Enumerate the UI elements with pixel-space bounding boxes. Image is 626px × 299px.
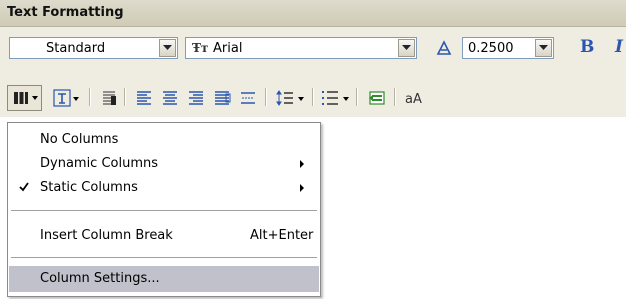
- truetype-icon: Ŧт: [192, 41, 209, 55]
- menu-item-label: Insert Column Break: [40, 228, 173, 243]
- chevron-down-icon[interactable]: [159, 39, 176, 57]
- menu-item-label: Dynamic Columns: [40, 156, 159, 171]
- font-select[interactable]: Ŧт Arial: [185, 37, 417, 59]
- toolbar-separator: [312, 88, 313, 106]
- menu-item-column-settings[interactable]: Column Settings...: [9, 266, 319, 292]
- menu-separator: [11, 257, 317, 258]
- italic-button[interactable]: I: [615, 37, 623, 57]
- columns-button[interactable]: [7, 85, 42, 111]
- chevron-down-icon[interactable]: [343, 97, 349, 101]
- toolbar-title-bar[interactable]: Text Formatting: [0, 0, 626, 27]
- menu-item-label: Column Settings...: [40, 271, 160, 286]
- toolbar-separator: [124, 88, 125, 106]
- menu-separator: [11, 210, 317, 211]
- toolbar-separator: [265, 88, 266, 106]
- distribute-icon[interactable]: [239, 89, 257, 110]
- menu-item-static-columns[interactable]: Static Columns: [9, 177, 319, 199]
- checkmark-icon: [19, 182, 29, 192]
- columns-dropdown-menu: No Columns Dynamic Columns Static Column…: [7, 122, 321, 297]
- align-justify-icon[interactable]: [213, 89, 231, 110]
- menu-item-dynamic-columns[interactable]: Dynamic Columns: [9, 153, 319, 175]
- case-button[interactable]: aA: [405, 92, 422, 107]
- style-select-value: Standard: [46, 41, 106, 56]
- chevron-down-icon[interactable]: [535, 39, 552, 57]
- style-select[interactable]: Standard: [9, 37, 178, 59]
- align-center-icon[interactable]: [161, 89, 179, 110]
- menu-item-label: No Columns: [40, 132, 119, 147]
- chevron-down-icon[interactable]: [298, 97, 304, 101]
- submenu-arrow-icon: [300, 160, 304, 168]
- align-left-icon[interactable]: [135, 89, 153, 110]
- insert-field-icon[interactable]: [368, 89, 386, 110]
- chevron-down-icon[interactable]: [398, 39, 415, 57]
- chevron-down-icon[interactable]: [73, 97, 79, 101]
- menu-item-insert-column-break[interactable]: Insert Column Break Alt+Enter: [9, 225, 319, 247]
- toolbar-title: Text Formatting: [7, 5, 124, 20]
- toolbar-separator: [394, 88, 395, 106]
- numbering-icon[interactable]: [320, 89, 340, 110]
- justify-icon[interactable]: [53, 89, 71, 110]
- menu-item-shortcut: Alt+Enter: [250, 228, 314, 243]
- toolbar-separator: [356, 88, 357, 106]
- line-spacing-icon[interactable]: [275, 89, 295, 110]
- text-height-value: 0.2500: [468, 41, 514, 56]
- chevron-down-icon: [32, 96, 38, 100]
- bold-button[interactable]: B: [580, 37, 594, 57]
- text-height-select[interactable]: 0.2500: [462, 37, 554, 59]
- submenu-arrow-icon: [300, 184, 304, 192]
- align-right-icon[interactable]: [187, 89, 205, 110]
- columns-icon: [13, 90, 29, 109]
- text-formatting-toolbar: Text Formatting Standard Ŧт Arial 0.2500…: [0, 0, 626, 79]
- font-select-value: Arial: [213, 41, 243, 56]
- toolbar-row-2: [0, 79, 626, 117]
- paragraph-icon[interactable]: [100, 89, 118, 110]
- annotative-icon[interactable]: [436, 40, 452, 59]
- menu-item-label: Static Columns: [40, 180, 138, 195]
- toolbar-separator: [89, 88, 90, 106]
- menu-item-no-columns[interactable]: No Columns: [9, 129, 319, 151]
